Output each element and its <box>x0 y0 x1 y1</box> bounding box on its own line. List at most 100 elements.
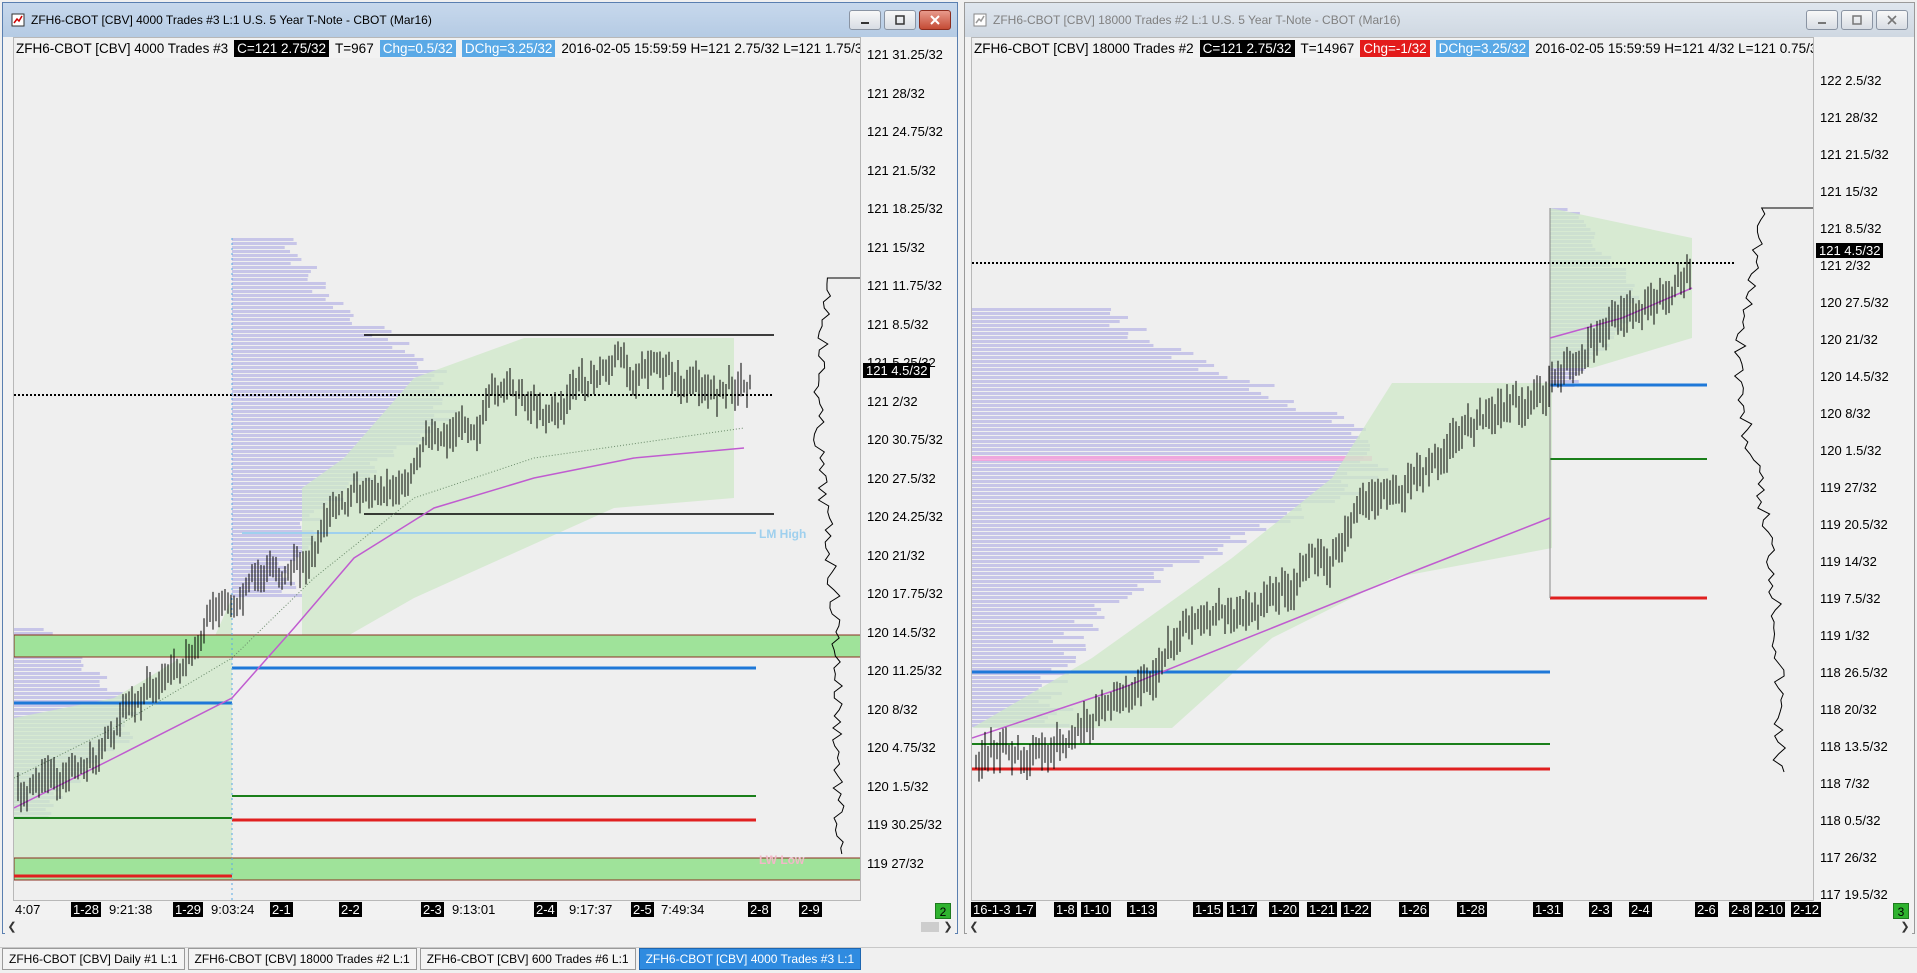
time-tick-label: 1-15 <box>1193 902 1224 917</box>
trade-count: T=967 <box>335 40 374 56</box>
chart-tab[interactable]: ZFH6-CBOT [CBV] 4000 Trades #3 L:1 <box>638 948 862 970</box>
volume-profile-bar <box>972 652 1064 655</box>
volume-profile-bar <box>232 238 294 241</box>
scroll-right-icon[interactable]: ❯ <box>1898 920 1912 934</box>
volume-profile-bar <box>972 372 1219 375</box>
price-axis[interactable]: 121 31.25/32 121 28/32 121 24.75/32 121 21.… <box>861 37 957 901</box>
volume-profile-bar <box>972 684 1042 687</box>
candlestick-chart: LM High LW Low <box>14 238 860 900</box>
volume-profile-bar <box>972 624 1093 627</box>
volume-profile-bar <box>972 576 1155 579</box>
time-axis[interactable]: 16-1-3 1-7 1-8 1-10 1-13 1-15 1-17 1-20 1-21 1-22… <box>971 901 1822 919</box>
title-bar[interactable]: ZFH6-CBOT [CBV] 4000 Trades #3 L:1 U.S. … <box>3 3 957 37</box>
volume-profile-bar <box>232 374 435 377</box>
link-badge[interactable]: 3 <box>1893 903 1909 919</box>
volume-profile-bar <box>972 480 1342 483</box>
time-tick-label: 1-28 <box>1457 902 1488 917</box>
volume-profile-bar <box>972 308 1112 311</box>
price-tick-label: 118 20/32 <box>1820 702 1877 717</box>
volume-profile-bar <box>232 378 432 381</box>
volume-profile-bar <box>232 334 373 337</box>
close-value: C=121 2.75/32 <box>234 39 330 57</box>
link-badge[interactable]: 2 <box>935 903 951 919</box>
volume-profile-bar <box>232 242 297 245</box>
price-tick-label: 121 2/32 <box>1820 258 1871 273</box>
volume-profile-bar <box>972 464 1379 467</box>
volume-profile-bar <box>972 544 1224 547</box>
volume-profile-bar <box>972 520 1291 523</box>
volume-profile-bar <box>232 370 447 373</box>
chart-tab[interactable]: ZFH6-CBOT [CBV] Daily #1 L:1 <box>2 948 185 970</box>
value-area-band <box>1550 208 1692 368</box>
time-tick-label: 1-28 <box>71 902 102 917</box>
app-icon <box>11 13 25 27</box>
volume-profile-bar <box>972 352 1194 355</box>
time-tick-label: 1-13 <box>1127 902 1158 917</box>
chart-window-4000-trades[interactable]: ZFH6-CBOT [CBV] 4000 Trades #3 L:1 U.S. … <box>2 2 958 934</box>
volume-profile-bar <box>232 526 302 529</box>
time-tick-label: 2-3 <box>1589 902 1612 917</box>
maximize-button[interactable] <box>884 10 916 30</box>
chart-tab[interactable]: ZFH6-CBOT [CBV] 600 Trades #6 L:1 <box>419 948 636 970</box>
time-tick-label: 1-26 <box>1399 902 1430 917</box>
price-tick-label: 121 2/32 <box>867 393 918 409</box>
volume-profile-bar <box>232 366 419 369</box>
price-chart[interactable]: LM High LW Low ZFH6-CBOT [CBV] 4000 Trade… <box>13 37 861 901</box>
volume-profile-bar <box>972 328 1147 331</box>
chart-window-18000-trades[interactable]: ZFH6-CBOT [CBV] 18000 Trades #2 L:1 U.S.… <box>964 2 1915 934</box>
volume-profile-bar <box>972 664 1068 667</box>
minimize-button[interactable] <box>849 10 881 30</box>
volume-profile-bar <box>972 320 1120 323</box>
volume-profile-bar <box>972 632 1064 635</box>
price-tick-label: 120 30.75/32 <box>867 432 943 447</box>
scroll-left-icon[interactable]: ❮ <box>967 920 981 934</box>
volume-profile-bar <box>232 310 351 313</box>
horizontal-scrollbar[interactable]: ❮ ❯ <box>5 920 955 934</box>
volume-profile-bar <box>232 266 317 269</box>
close-button[interactable] <box>1876 10 1908 30</box>
day-change-value: DChg=3.25/32 <box>1435 39 1530 57</box>
price-tick-label: 118 0.5/32 <box>1820 813 1881 828</box>
close-button[interactable] <box>919 10 951 30</box>
time-axis[interactable]: 4:07 1-28 9:21:38 1-29 9:03:24 2-1 2-2 2-3 9:13:… <box>13 901 861 919</box>
volume-profile-bar <box>972 556 1204 559</box>
volume-profile-bar <box>232 282 326 285</box>
volume-profile-bar <box>232 362 417 365</box>
price-tick-label: 119 7.5/32 <box>1820 591 1881 606</box>
scroll-left-icon[interactable]: ❮ <box>5 920 19 934</box>
time-tick-label: 2-3 <box>421 902 444 917</box>
volume-profile-bar <box>232 286 326 289</box>
price-tick-label: 119 27/32 <box>867 855 924 871</box>
volume-profile-bar <box>972 476 1379 479</box>
chart-tab-bar: ZFH6-CBOT [CBV] Daily #1 L:1 ZFH6-CBOT [C… <box>0 947 1917 971</box>
time-tick-label: 7:49:34 <box>661 902 705 917</box>
scroll-thumb[interactable] <box>921 922 939 932</box>
price-tick-label: 120 27.5/32 <box>1820 295 1889 310</box>
volume-profile-bar <box>972 488 1345 491</box>
price-axis[interactable]: 122 2.5/32 121 28/32 121 21.5/32 121 15/32 1… <box>1814 37 1914 902</box>
volume-profile-bar <box>972 676 1041 679</box>
lw-low-label: LW Low <box>759 853 805 867</box>
volume-profile-bar <box>972 384 1275 387</box>
volume-profile-bar <box>972 428 1366 431</box>
bar-stats: 2016-02-05 15:59:59 H=121 2.75/32 L=121 … <box>561 40 860 56</box>
chart-tab[interactable]: ZFH6-CBOT [CBV] 18000 Trades #2 L:1 <box>187 948 417 970</box>
price-chart[interactable]: ZFH6-CBOT [CBV] 18000 Trades #2 C=121 2.… <box>971 37 1814 901</box>
maximize-button[interactable] <box>1841 10 1873 30</box>
minimize-button[interactable] <box>1806 10 1838 30</box>
volume-profile-bar <box>972 516 1304 519</box>
title-bar[interactable]: ZFH6-CBOT [CBV] 18000 Trades #2 L:1 U.S.… <box>965 3 1914 37</box>
volume-profile-bar <box>972 380 1250 383</box>
volume-profile-bar <box>972 436 1360 439</box>
trade-count: T=14967 <box>1300 40 1355 56</box>
volume-profile-bar <box>972 532 1246 535</box>
volume-profile-bar <box>972 564 1173 567</box>
time-tick-label: 2-1 <box>270 902 293 917</box>
volume-profile-bar <box>232 330 392 333</box>
scroll-right-icon[interactable]: ❯ <box>941 920 955 934</box>
time-tick-label: 2-12 <box>1791 902 1822 917</box>
volume-profile-bar <box>972 628 1099 631</box>
horizontal-scrollbar[interactable]: ❮ ❯ <box>967 920 1912 934</box>
session-volume-profile <box>813 277 860 855</box>
volume-profile-bar <box>972 360 1207 363</box>
